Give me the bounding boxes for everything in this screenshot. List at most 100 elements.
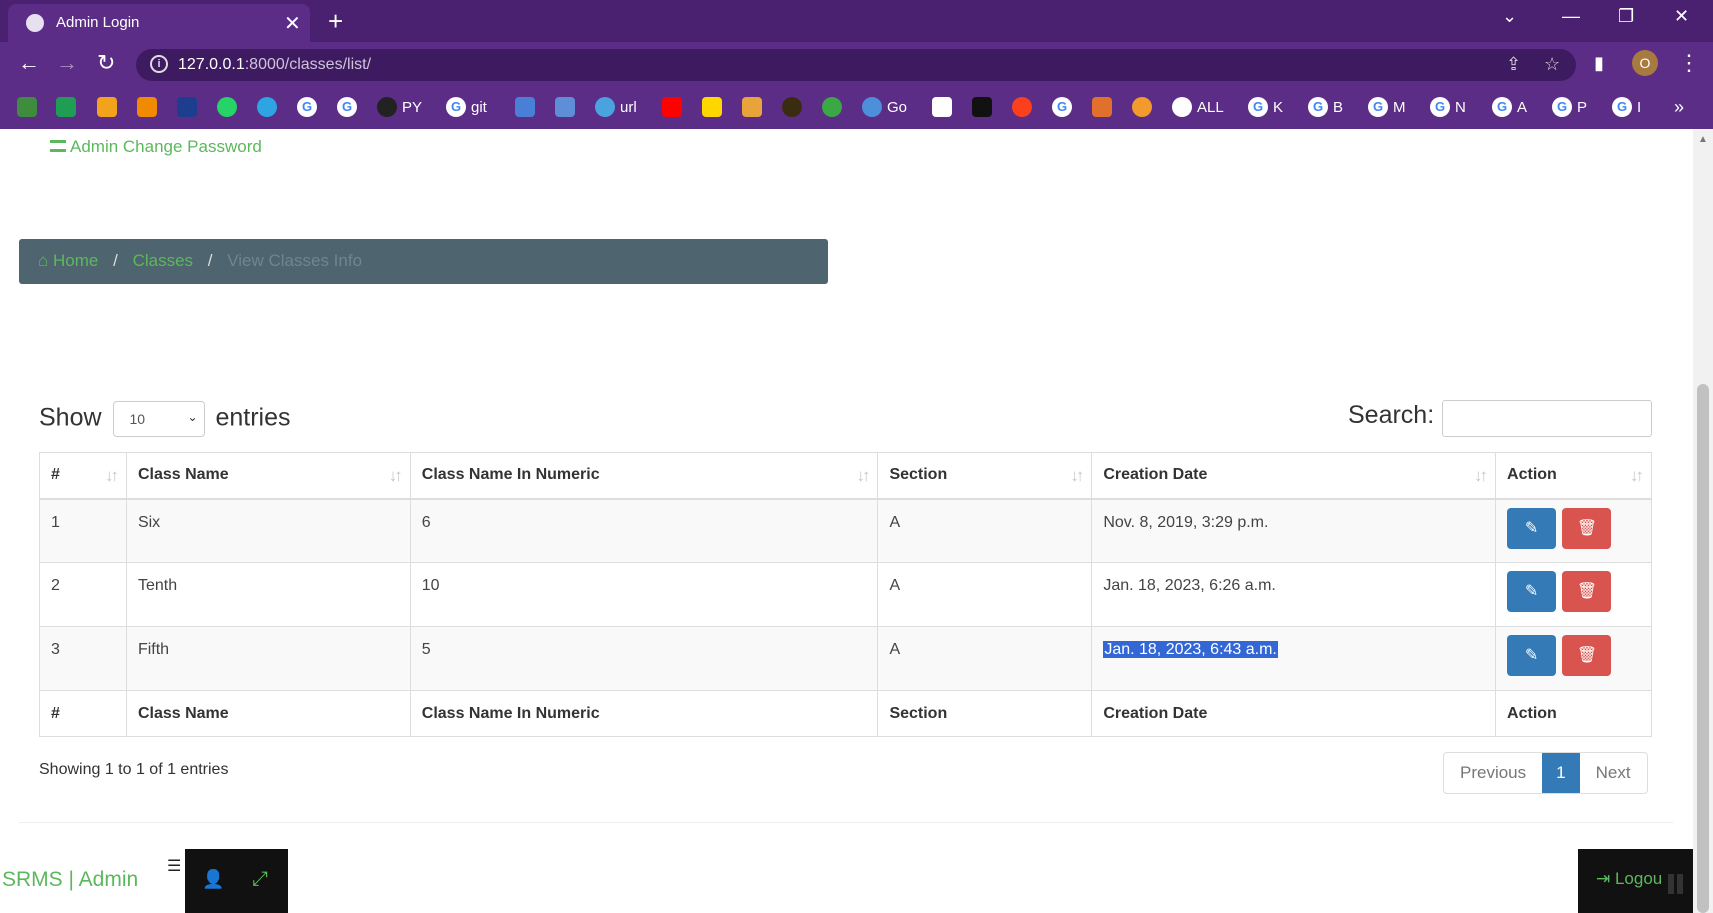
scroll-up-icon[interactable]: ▲	[1698, 134, 1708, 145]
bookmark-icon[interactable]	[782, 96, 802, 118]
restore-icon[interactable]: ❐	[1618, 6, 1634, 27]
bookmark-i[interactable]: GI	[1612, 96, 1641, 118]
sort-icon: ↓↑	[856, 466, 870, 485]
page-1-button[interactable]: 1	[1542, 753, 1580, 793]
bookmark-all[interactable]: ALL	[1172, 96, 1224, 118]
site-info-icon[interactable]: i	[150, 55, 168, 73]
google-icon[interactable]: G	[1052, 96, 1072, 118]
bookmark-k[interactable]: GK	[1248, 96, 1283, 118]
footer-header-creation-date: Creation Date	[1091, 690, 1497, 737]
column-header-action[interactable]: Action ↓↑	[1495, 452, 1652, 500]
admin-change-password-link[interactable]: Admin Change Password	[50, 137, 262, 157]
close-tab-icon[interactable]: ✕	[284, 11, 301, 36]
whatsapp-icon[interactable]	[217, 96, 237, 118]
column-header-class-name[interactable]: Class Name ↓↑	[125, 452, 411, 500]
bookmark-icon[interactable]	[56, 96, 76, 118]
bookmark-icon[interactable]	[1012, 96, 1032, 118]
cell-numeric: 5	[409, 626, 879, 691]
bookmark-py[interactable]: PY	[377, 96, 422, 118]
telegram-icon[interactable]	[257, 96, 277, 118]
share-icon[interactable]: ⇪	[1506, 54, 1521, 75]
table-row: 1 Six 6 A Nov. 8, 2019, 3:29 p.m. ✎ 🗑	[39, 498, 1652, 563]
user-icon[interactable]: 👤	[202, 869, 224, 890]
pause-icon[interactable]	[1668, 874, 1688, 894]
bookmark-url[interactable]: url	[595, 96, 637, 118]
reload-icon[interactable]: ↻	[97, 50, 115, 76]
cell-actions: ✎ 🗑	[1495, 626, 1652, 691]
cell-section: A	[877, 498, 1093, 563]
tab-search-icon[interactable]: ⌄	[1502, 6, 1517, 27]
bookmark-m[interactable]: GM	[1368, 96, 1406, 118]
menu-kebab-icon[interactable]: ⋮	[1678, 50, 1700, 76]
delete-button[interactable]: 🗑	[1562, 635, 1612, 676]
edit-button[interactable]: ✎	[1507, 571, 1557, 612]
google-icon[interactable]: G	[337, 96, 357, 118]
breadcrumb-classes[interactable]: Classes	[133, 251, 193, 270]
footer-header-number: #	[39, 690, 127, 737]
edit-icon: ✎	[1524, 519, 1539, 537]
back-icon[interactable]: ←	[18, 50, 40, 76]
bookmark-icon[interactable]	[1092, 96, 1112, 118]
fullscreen-icon[interactable]: ⤢	[252, 868, 268, 891]
minimize-icon[interactable]: —	[1562, 6, 1580, 27]
globe-icon	[26, 14, 44, 32]
previous-button[interactable]: Previous	[1444, 753, 1542, 793]
bookmark-icon[interactable]	[177, 96, 197, 118]
bookmark-icon[interactable]	[822, 96, 842, 118]
bookmark-icon[interactable]	[702, 96, 722, 118]
menu-toggle-icon[interactable]: ☰	[167, 856, 181, 876]
browser-tab[interactable]: Admin Login ✕	[8, 4, 310, 42]
bookmark-icon[interactable]	[1132, 96, 1152, 118]
page-length-control: Show 10 ⌄ entries	[39, 401, 291, 437]
bookmark-icon[interactable]	[932, 96, 952, 118]
delete-button[interactable]: 🗑	[1562, 571, 1612, 612]
google-icon[interactable]: G	[297, 96, 317, 118]
youtube-icon[interactable]	[662, 96, 682, 118]
breadcrumb: ⌂ Home / Classes / View Classes Info	[19, 239, 828, 284]
side-panel-icon[interactable]: ▮	[1594, 53, 1604, 74]
bookmark-go[interactable]: Go	[862, 96, 907, 118]
column-header-section[interactable]: Section ↓↑	[877, 452, 1093, 500]
bookmark-icon[interactable]	[97, 96, 117, 118]
star-icon[interactable]: ☆	[1544, 54, 1560, 75]
bookmark-icon[interactable]	[742, 96, 762, 118]
footer-brand[interactable]: SRMS | Admin	[2, 868, 138, 892]
table-footer-row: # Class Name Class Name In Numeric Secti…	[39, 690, 1652, 737]
edit-icon: ✎	[1524, 647, 1539, 664]
close-window-icon[interactable]: ✕	[1674, 6, 1689, 27]
bookmark-p[interactable]: GP	[1552, 96, 1587, 118]
bookmark-icon[interactable]	[17, 96, 37, 118]
breadcrumb-home[interactable]: ⌂ Home	[38, 251, 98, 270]
entries-select[interactable]: 10 ⌄	[112, 401, 205, 437]
more-bookmarks-icon[interactable]: »	[1674, 96, 1684, 118]
cell-actions: ✎ 🗑	[1495, 498, 1652, 563]
edit-button[interactable]: ✎	[1507, 635, 1557, 676]
column-header-number[interactable]: # ↓↑	[39, 452, 127, 500]
bookmark-icon[interactable]	[137, 96, 157, 118]
forward-icon[interactable]: →	[56, 50, 78, 76]
bookmark-icon[interactable]	[972, 96, 992, 118]
scrollbar[interactable]: ▲	[1693, 129, 1713, 913]
next-button[interactable]: Next	[1580, 753, 1647, 793]
scroll-thumb[interactable]	[1697, 384, 1709, 913]
bookmark-b[interactable]: GB	[1308, 96, 1343, 118]
column-header-creation-date[interactable]: Creation Date ↓↑	[1091, 452, 1497, 500]
address-bar[interactable]: i 127.0.0.1:8000/classes/list/ ⇪ ☆	[136, 49, 1576, 81]
bookmark-a[interactable]: GA	[1492, 96, 1527, 118]
delete-button[interactable]: 🗑	[1562, 507, 1612, 549]
new-tab-button[interactable]: +	[328, 6, 343, 37]
cell-number: 2	[39, 562, 127, 627]
sort-icon: ↓↑	[1630, 466, 1644, 485]
bookmark-git[interactable]: Ggit	[446, 96, 487, 118]
edit-button[interactable]: ✎	[1507, 507, 1557, 549]
bookmark-n[interactable]: GN	[1430, 96, 1466, 118]
bookmark-icon[interactable]	[555, 96, 575, 118]
column-header-numeric[interactable]: Class Name In Numeric ↓↑	[409, 452, 879, 500]
avatar[interactable]: O	[1632, 50, 1658, 76]
home-icon: ⌂	[38, 251, 53, 270]
footer-header-numeric: Class Name In Numeric	[409, 690, 879, 737]
bookmark-icon[interactable]	[515, 96, 535, 118]
search-input[interactable]	[1442, 400, 1652, 437]
browser-chrome: Admin Login ✕ + ⌄ — ❐ ✕ ← → ↻ i 127.0.0.…	[0, 0, 1713, 129]
url-text[interactable]: 127.0.0.1:8000/classes/list/	[178, 56, 371, 74]
